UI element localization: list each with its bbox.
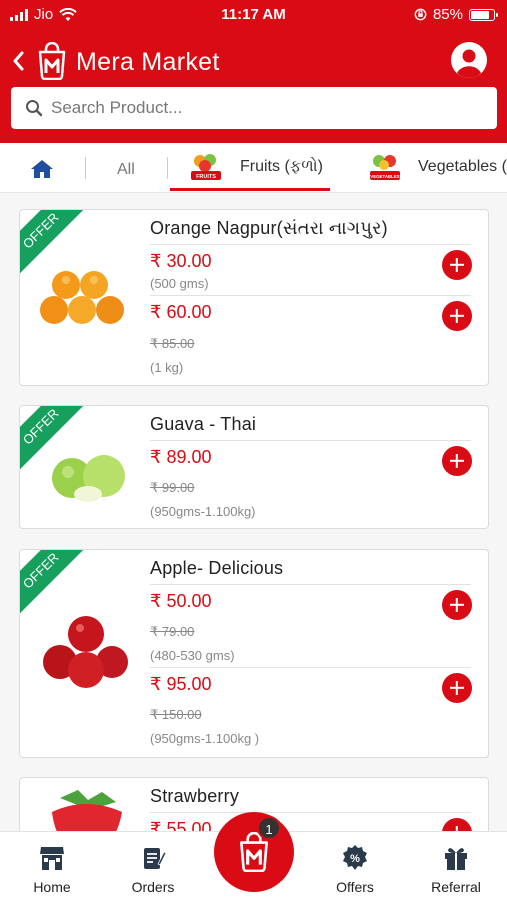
tab-all[interactable]: All	[117, 161, 135, 179]
nav-orders[interactable]: Orders	[113, 844, 193, 895]
divider	[150, 295, 471, 296]
bottom-nav: Home Orders 1 % Offers Referral	[0, 812, 507, 900]
product-name: Guava - Thai	[150, 414, 257, 434]
battery-fill	[471, 10, 489, 19]
nav-referral[interactable]: Referral	[416, 844, 496, 895]
divider	[150, 667, 471, 668]
nav-orders-label: Orders	[131, 879, 175, 895]
back-button[interactable]	[8, 46, 30, 76]
product-list: OFFER Orange Nagpur(સંતરા નાગપુર) ₹ 30.0…	[0, 193, 507, 831]
variant-unit: (500 gms)	[150, 276, 209, 291]
cart-button[interactable]: 1	[214, 812, 294, 892]
active-tab-indicator	[170, 188, 330, 191]
vegetables-category-icon: VEGETABLES	[370, 155, 400, 180]
nav-offers-label: Offers	[336, 879, 374, 895]
variant-price: ₹ 50.00	[150, 591, 212, 611]
product-card-apple[interactable]: OFFER Apple- Delicious ₹ 50.00 ₹ 79.00 (…	[19, 549, 489, 758]
divider	[150, 584, 471, 585]
add-to-cart-button[interactable]	[442, 673, 472, 703]
variant-price: ₹ 95.00	[150, 674, 212, 694]
add-to-cart-button[interactable]	[442, 590, 472, 620]
product-name: Apple- Delicious	[150, 558, 284, 578]
app-header: Jio 11:17 AM 85% Mera Market	[0, 0, 507, 143]
status-bar: Jio 11:17 AM 85%	[0, 0, 507, 30]
add-to-cart-button[interactable]	[442, 250, 472, 280]
tab-fruits-label: Fruits (ફળો)	[240, 158, 324, 175]
variant-unit: (950gms-1.100kg )	[150, 731, 260, 746]
variant-price: ₹ 89.00	[150, 447, 212, 467]
nav-referral-label: Referral	[431, 879, 481, 895]
profile-button[interactable]	[451, 42, 487, 78]
battery-icon	[469, 8, 498, 21]
apple-product-image	[43, 616, 128, 688]
variant-mrp: ₹ 85.00	[150, 336, 195, 351]
fruits-badge-text: FRUITS	[196, 174, 216, 180]
nav-home[interactable]: Home	[12, 844, 92, 895]
strawberry-product-image	[52, 790, 122, 831]
add-to-cart-button[interactable]	[442, 446, 472, 476]
title-row: Mera Market	[0, 40, 507, 86]
product-card-orange[interactable]: OFFER Orange Nagpur(સંતરા નાગપુર) ₹ 30.0…	[19, 209, 489, 386]
product-card-guava[interactable]: OFFER Guava - Thai ₹ 89.00 ₹ 99.00 (950g…	[19, 405, 489, 529]
add-to-cart-button[interactable]	[442, 301, 472, 331]
divider	[150, 440, 471, 441]
svg-text:%: %	[350, 853, 360, 865]
divider	[150, 244, 471, 245]
app-screen: Jio 11:17 AM 85% Mera Market Search Prod…	[0, 0, 507, 900]
variant-mrp: ₹ 99.00	[150, 480, 195, 495]
chevron-left-icon	[13, 51, 24, 71]
product-name: Strawberry	[150, 786, 240, 806]
variant-mrp: ₹ 79.00	[150, 624, 195, 639]
offers-icon: %	[343, 845, 367, 870]
gift-icon	[445, 848, 467, 870]
user-icon	[457, 49, 481, 78]
search-icon	[26, 100, 43, 117]
tab-vegetables[interactable]: VEGETABLES Vegetables (	[365, 143, 507, 193]
variant-unit: (1 kg)	[150, 360, 184, 375]
nav-offers[interactable]: % Offers	[315, 844, 395, 895]
orders-icon	[144, 848, 167, 869]
app-title: Mera Market	[76, 48, 220, 76]
tab-vegetables-label: Vegetables (	[418, 158, 507, 175]
tab-divider	[85, 157, 86, 179]
product-name: Orange Nagpur(સંતરા નાગપુર)	[150, 218, 388, 238]
divider	[150, 812, 471, 813]
cart-count-badge: 1	[257, 816, 281, 840]
fruits-category-icon: FRUITS	[191, 154, 221, 180]
variant-price: ₹ 55.00	[150, 819, 212, 831]
variant-price: ₹ 60.00	[150, 302, 212, 322]
search-bar[interactable]	[11, 87, 497, 129]
add-to-cart-button[interactable]	[442, 818, 472, 831]
variant-mrp: ₹ 150.00	[150, 707, 202, 722]
tab-fruits[interactable]: FRUITS Fruits (ફળો)	[170, 143, 330, 193]
status-right: 85%	[414, 6, 498, 23]
variant-unit: (950gms-1.100kg)	[150, 504, 256, 519]
search-input[interactable]	[51, 98, 451, 118]
tab-home[interactable]	[30, 159, 54, 184]
battery-percent: 85%	[432, 6, 463, 23]
category-tabs: All FRUITS Fruits (ફળો) VEGETABLES Veget…	[0, 143, 507, 193]
mera-market-logo	[38, 42, 66, 80]
orange-product-image	[40, 271, 124, 324]
guava-product-image	[52, 455, 125, 502]
home-icon	[31, 160, 53, 178]
orientation-lock-icon	[414, 8, 427, 21]
variant-unit: (480-530 gms)	[150, 648, 235, 663]
store-icon	[40, 847, 64, 870]
nav-home-label: Home	[33, 879, 71, 895]
variant-price: ₹ 30.00	[150, 251, 212, 271]
tab-divider	[167, 157, 168, 179]
vegetables-badge-text: VEGETABLES	[370, 174, 400, 179]
